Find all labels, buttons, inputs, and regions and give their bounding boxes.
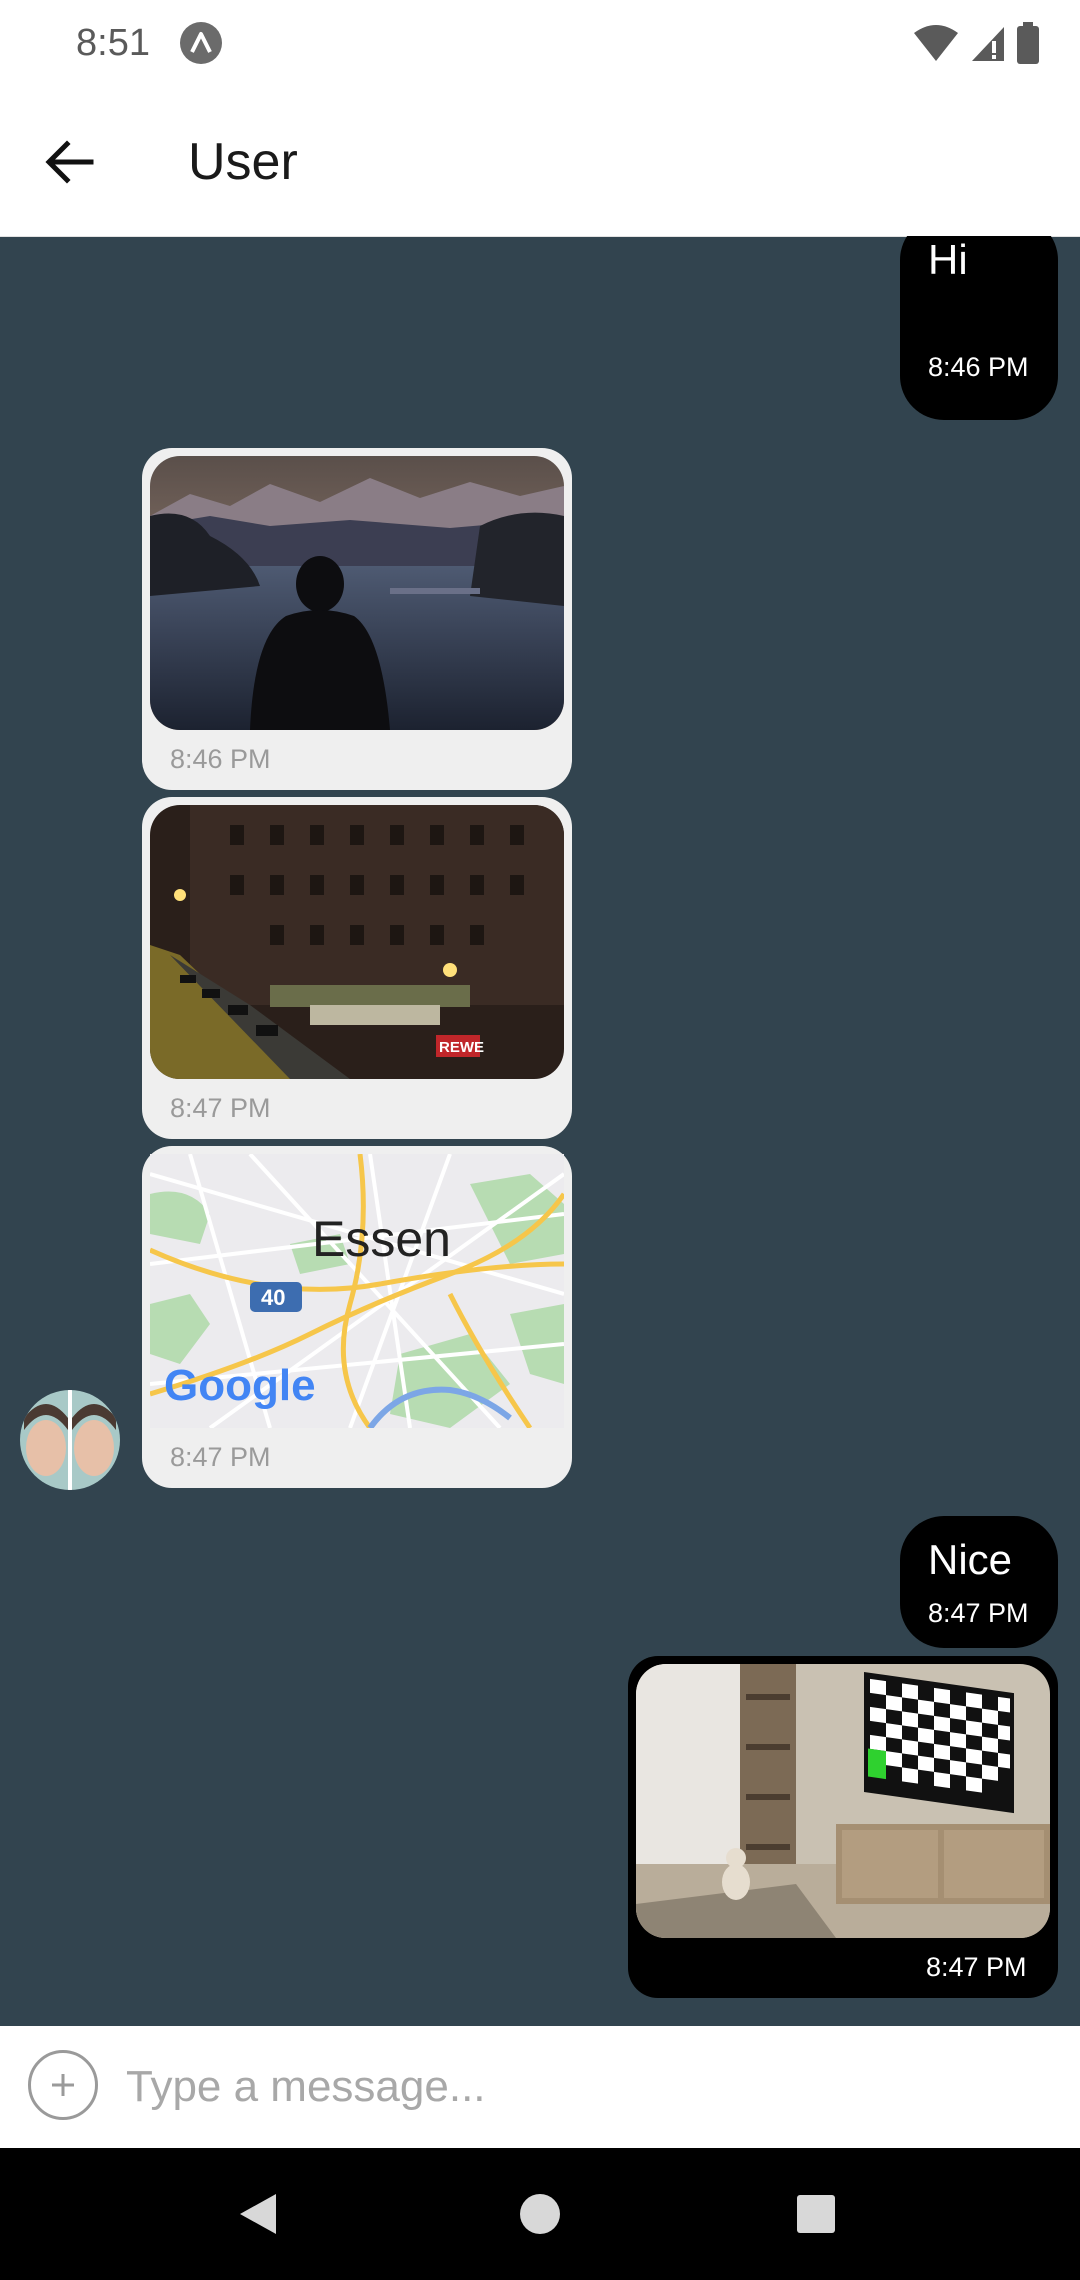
wifi-icon [914, 25, 958, 61]
back-button[interactable] [32, 124, 108, 200]
message-input[interactable] [124, 2046, 1028, 2128]
plus-circle-icon [52, 2074, 74, 2096]
message-bubble-incoming[interactable]: 40 Essen Google 8:47 PM [142, 1146, 572, 1488]
message-time: 8:47 PM [170, 1442, 271, 1472]
nav-back-button[interactable] [222, 2178, 294, 2250]
avatar[interactable] [20, 1390, 120, 1490]
message-bubble-outgoing[interactable]: Nice 8:47 PM [900, 1516, 1058, 1648]
page-title: User [188, 133, 298, 191]
message-bubble-incoming[interactable]: REWE 8:47 PM [142, 797, 572, 1139]
battery-icon [1017, 22, 1039, 64]
message-text: Nice [928, 1536, 1013, 1583]
road-badge: 40 [261, 1285, 285, 1310]
message-image[interactable] [636, 1664, 1050, 1938]
message-bubble-outgoing[interactable]: Hi 8:46 PM [900, 236, 1058, 420]
status-time: 8:51 [76, 22, 150, 64]
nav-recents-button[interactable] [780, 2178, 852, 2250]
nav-home-button[interactable] [504, 2178, 576, 2250]
store-sign: REWE [439, 1039, 484, 1056]
location-map[interactable]: 40 Essen Google [150, 1154, 564, 1428]
message-composer [0, 2026, 1080, 2148]
map-city-label: Essen [312, 1211, 451, 1267]
message-time: 8:46 PM [170, 744, 271, 774]
back-triangle-icon [240, 2194, 276, 2234]
message-time: 8:47 PM [170, 1093, 271, 1123]
message-time: 8:47 PM [926, 1952, 1027, 1982]
message-bubble-outgoing[interactable]: 8:47 PM [628, 1656, 1058, 1998]
app-bar: User [0, 88, 1080, 237]
status-bar: 8:51 [0, 0, 1080, 88]
message-image[interactable] [150, 456, 564, 730]
arrow-left-icon [45, 140, 94, 184]
home-circle-icon [520, 2194, 560, 2234]
message-text: Hi [928, 236, 968, 283]
message-list[interactable]: Hi 8:46 PM 8:46 PM REWE 8:47 PM 40 Essen… [0, 236, 1080, 2026]
message-time: 8:46 PM [928, 352, 1029, 382]
system-nav-bar [0, 2148, 1080, 2280]
message-time: 8:47 PM [928, 1598, 1029, 1628]
map-logo: Google [164, 1361, 316, 1410]
message-bubble-incoming[interactable]: 8:46 PM [142, 448, 572, 790]
recents-square-icon [797, 2195, 835, 2233]
attach-button[interactable] [28, 2050, 98, 2120]
cell-signal-icon [972, 27, 1004, 61]
message-image[interactable]: REWE [150, 805, 564, 1079]
app-notification-icon [180, 22, 222, 64]
